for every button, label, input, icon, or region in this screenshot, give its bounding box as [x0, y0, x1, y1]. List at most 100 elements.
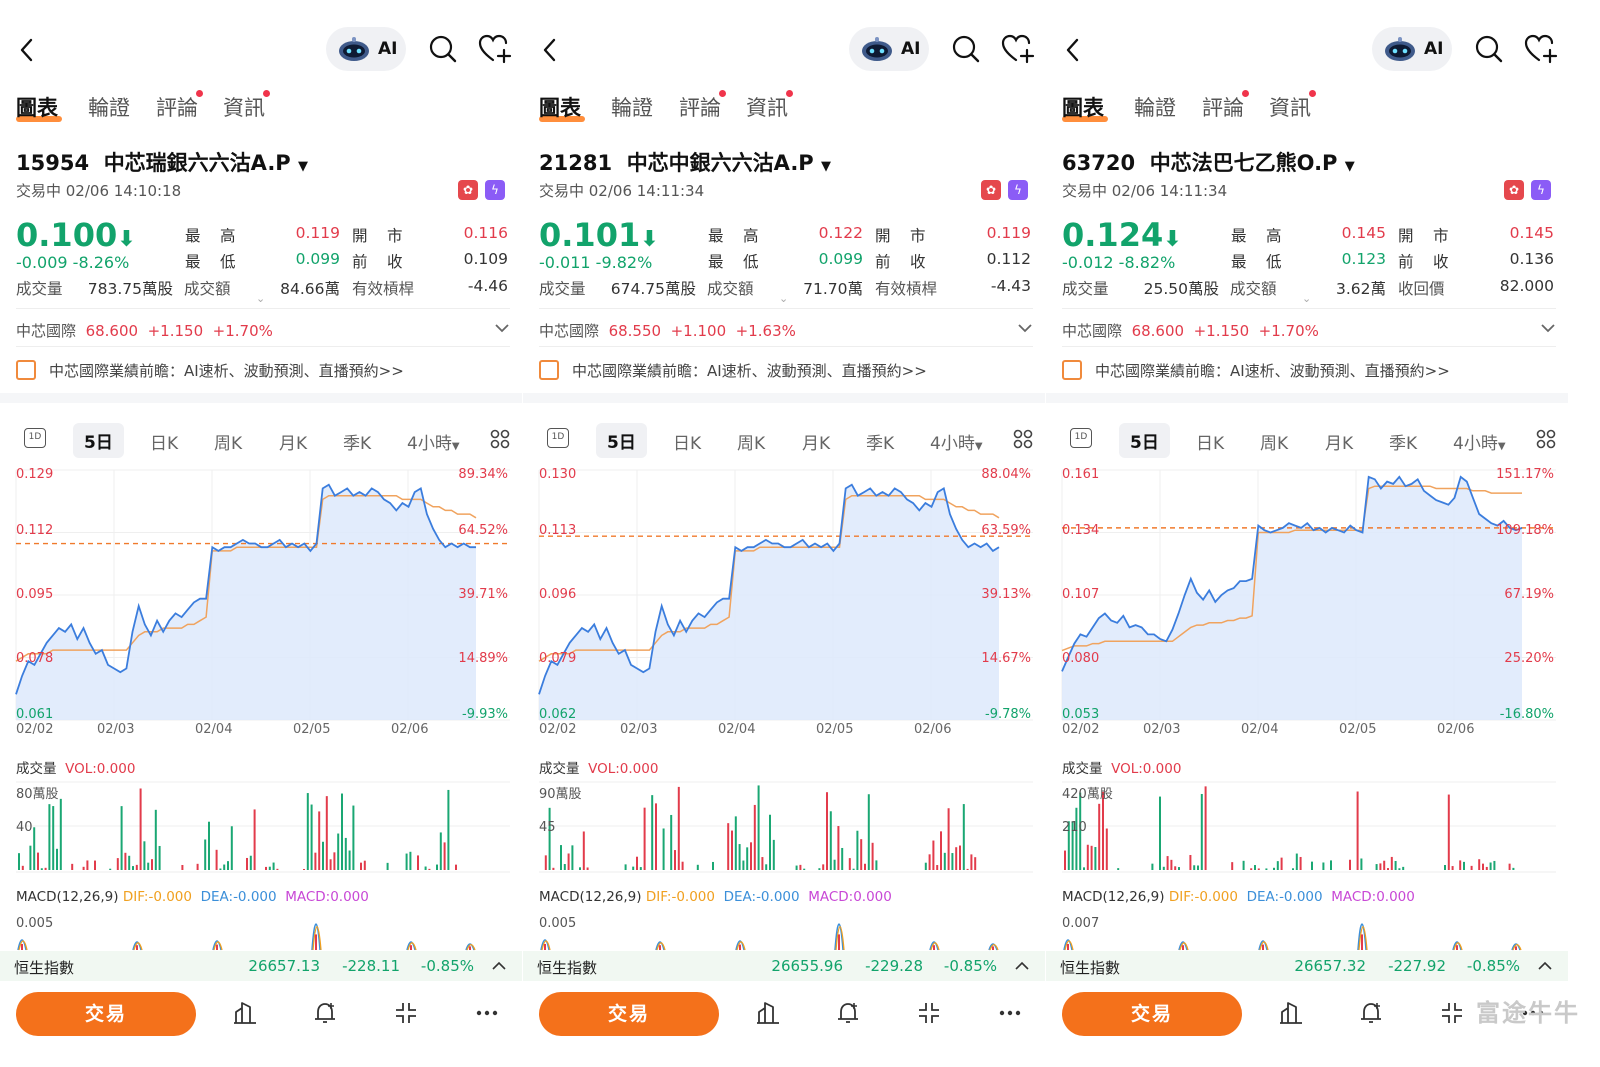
volume-bar: [1493, 860, 1496, 870]
chevron-down-icon[interactable]: [1540, 322, 1556, 334]
security-title[interactable]: 21281 中芯中銀六六沽A.P ▼: [539, 147, 831, 177]
period-tab-month[interactable]: 月K: [279, 429, 307, 454]
more-menu-icon[interactable]: [474, 1000, 500, 1026]
news-banner[interactable]: 中芯國際業績前瞻：AI速析、波動預測、直播預約>>: [1095, 360, 1450, 381]
period-tab-5d[interactable]: 5日: [1119, 423, 1170, 458]
period-tab-week[interactable]: 周K: [737, 429, 765, 454]
underlying-row[interactable]: 中芯國際 68.600 +1.150 +1.70%: [1062, 320, 1319, 341]
volume-axis-label: 420萬股: [1062, 787, 1113, 802]
period-tab-5d[interactable]: 5日: [73, 423, 124, 458]
position-chart-icon[interactable]: [232, 1000, 258, 1026]
tab-chart[interactable]: 圖表: [1062, 92, 1104, 122]
underlying-row[interactable]: 中芯國際 68.600 +1.150 +1.70%: [16, 320, 273, 341]
back-arrow-icon[interactable]: [16, 36, 40, 64]
hang-seng-ticker[interactable]: 恒生指數 26657.32 -227.92 -0.85%: [1046, 951, 1568, 981]
add-watchlist-heart-icon[interactable]: [1001, 34, 1035, 64]
back-arrow-icon[interactable]: [539, 36, 563, 64]
news-banner[interactable]: 中芯國際業績前瞻：AI速析、波動預測、直播預約>>: [572, 360, 927, 381]
period-tab-quarter[interactable]: 季K: [1389, 429, 1417, 454]
macd-bar: [1515, 946, 1517, 950]
tab-news[interactable]: 資訊: [746, 92, 788, 122]
one-day-icon[interactable]: 1D: [24, 428, 46, 448]
volume-bar: [1098, 803, 1101, 870]
tab-warrants[interactable]: 輪證: [1134, 92, 1176, 122]
period-tab-4h[interactable]: 4小時▼: [407, 429, 460, 454]
trade-button[interactable]: 交易: [1062, 992, 1242, 1036]
volume-bar: [151, 859, 153, 870]
grid-menu-icon[interactable]: [490, 429, 510, 449]
expand-quote-chevron-icon[interactable]: ⌄: [779, 292, 788, 305]
period-tab-week[interactable]: 周K: [214, 429, 242, 454]
tab-comments[interactable]: 評論: [156, 92, 198, 122]
volume-bar: [1447, 794, 1450, 870]
volume-chart[interactable]: [1046, 780, 1568, 874]
period-tab-day[interactable]: 日K: [150, 429, 178, 454]
add-watchlist-heart-icon[interactable]: [478, 34, 512, 64]
volume-chart[interactable]: [0, 780, 522, 874]
search-icon[interactable]: [428, 34, 458, 64]
back-arrow-icon[interactable]: [1062, 36, 1086, 64]
search-icon[interactable]: [951, 34, 981, 64]
position-chart-icon[interactable]: [1278, 1000, 1304, 1026]
period-tab-month[interactable]: 月K: [802, 429, 830, 454]
ai-assistant-button[interactable]: AI: [326, 27, 406, 71]
collapse-icon[interactable]: [1439, 1000, 1465, 1026]
period-tab-month[interactable]: 月K: [1325, 429, 1353, 454]
chevron-up-icon[interactable]: [492, 961, 506, 971]
more-menu-icon[interactable]: [997, 1000, 1023, 1026]
tab-comments[interactable]: 評論: [679, 92, 721, 122]
security-title[interactable]: 63720 中芯法巴七乙熊O.P ▼: [1062, 147, 1355, 177]
grid-menu-icon[interactable]: [1013, 429, 1033, 449]
period-tab-week[interactable]: 周K: [1260, 429, 1288, 454]
volume-bar: [822, 864, 825, 870]
period-tab-4h[interactable]: 4小時▼: [930, 429, 983, 454]
expand-quote-chevron-icon[interactable]: ⌄: [256, 292, 265, 305]
period-tab-4h[interactable]: 4小時▼: [1453, 429, 1506, 454]
period-tab-quarter[interactable]: 季K: [343, 429, 371, 454]
trade-button[interactable]: 交易: [16, 992, 196, 1036]
macd-bar: [1456, 945, 1458, 950]
one-day-icon[interactable]: 1D: [547, 428, 569, 448]
collapse-icon[interactable]: [916, 1000, 942, 1026]
ai-assistant-button[interactable]: AI: [849, 27, 929, 71]
underlying-row[interactable]: 中芯國際 68.550 +1.100 +1.63%: [539, 320, 796, 341]
tab-comments[interactable]: 評論: [1202, 92, 1244, 122]
tab-warrants[interactable]: 輪證: [611, 92, 653, 122]
chevron-down-icon[interactable]: [494, 322, 510, 334]
collapse-icon[interactable]: [393, 1000, 419, 1026]
tab-warrants[interactable]: 輪證: [88, 92, 130, 122]
search-icon[interactable]: [1474, 34, 1504, 64]
tab-chart[interactable]: 圖表: [16, 92, 58, 122]
chevron-up-icon[interactable]: [1538, 961, 1552, 971]
ai-assistant-button[interactable]: AI: [1372, 27, 1452, 71]
security-title[interactable]: 15954 中芯瑞銀六六沽A.P ▼: [16, 147, 308, 177]
tab-news[interactable]: 資訊: [223, 92, 265, 122]
trade-button[interactable]: 交易: [539, 992, 719, 1036]
chevron-down-icon[interactable]: [1017, 322, 1033, 334]
alert-bell-icon[interactable]: [835, 1000, 861, 1026]
grid-menu-icon[interactable]: [1536, 429, 1556, 449]
tab-notification-dot: [786, 90, 793, 97]
one-day-icon[interactable]: 1D: [1070, 428, 1092, 448]
period-tab-day[interactable]: 日K: [673, 429, 701, 454]
period-tab-quarter[interactable]: 季K: [866, 429, 894, 454]
hsi-change: -227.92: [1388, 957, 1446, 975]
macd-value: MACD:0.000: [1331, 889, 1415, 905]
volume-bar: [405, 853, 408, 870]
position-chart-icon[interactable]: [755, 1000, 781, 1026]
add-watchlist-heart-icon[interactable]: [1524, 34, 1558, 64]
hang-seng-ticker[interactable]: 恒生指數 26657.13 -228.11 -0.85%: [0, 951, 522, 981]
news-banner[interactable]: 中芯國際業績前瞻：AI速析、波動預測、直播預約>>: [49, 360, 404, 381]
chevron-up-icon[interactable]: [1015, 961, 1029, 971]
alert-bell-icon[interactable]: [1358, 1000, 1384, 1026]
alert-bell-icon[interactable]: [312, 1000, 338, 1026]
ai-label: AI: [1424, 39, 1444, 59]
tab-news[interactable]: 資訊: [1269, 92, 1311, 122]
volume-chart[interactable]: [523, 780, 1045, 874]
expand-quote-chevron-icon[interactable]: ⌄: [1302, 292, 1311, 305]
volume-bar: [204, 839, 207, 870]
period-tab-day[interactable]: 日K: [1196, 429, 1224, 454]
hang-seng-ticker[interactable]: 恒生指數 26655.96 -229.28 -0.85%: [523, 951, 1045, 981]
tab-chart[interactable]: 圖表: [539, 92, 581, 122]
period-tab-5d[interactable]: 5日: [596, 423, 647, 458]
